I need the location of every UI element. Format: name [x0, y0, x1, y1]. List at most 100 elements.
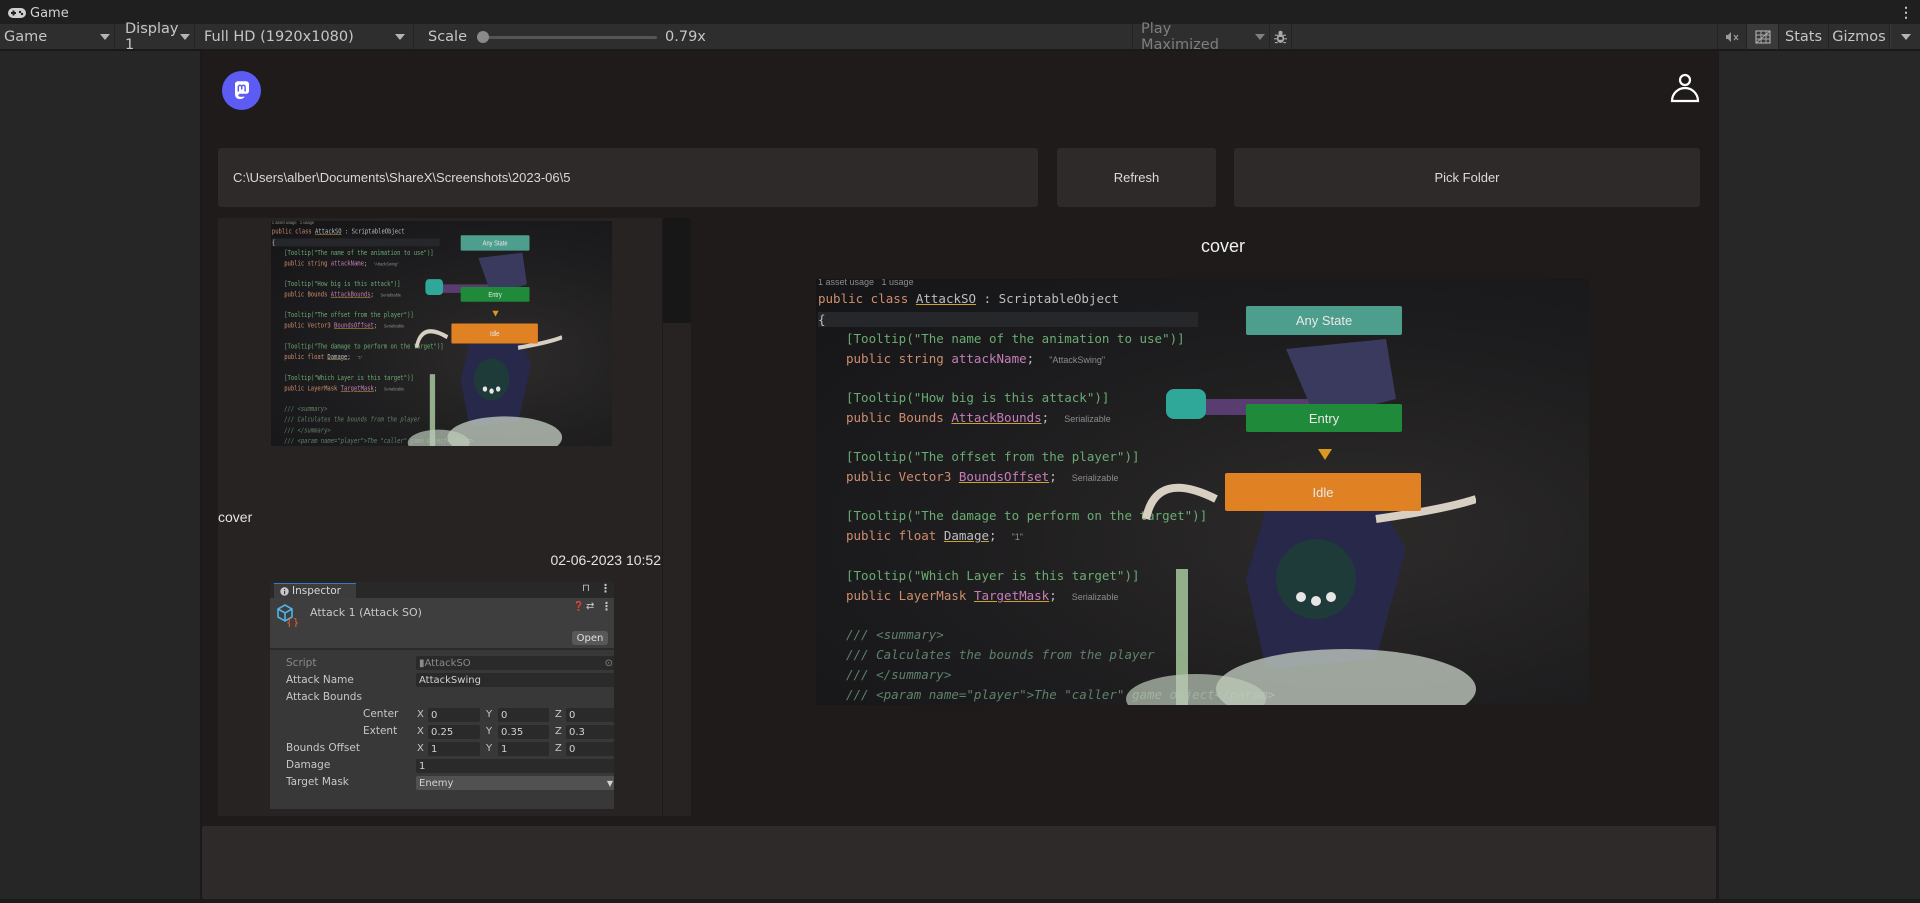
attack-name-field: AttackSwing	[416, 673, 614, 687]
any-state-node: Any State	[1246, 306, 1402, 335]
kebab-menu-icon: ⋮	[600, 582, 611, 595]
game-toolbar: Game Display 1 Full HD (1920x1080) Scale…	[0, 21, 1920, 53]
code-line: public Vector3 BoundsOffset; Serializabl…	[846, 469, 1119, 484]
pick-folder-button[interactable]: Pick Folder	[1234, 148, 1700, 207]
transition-arrow-icon	[1318, 449, 1332, 460]
target-mask-dropdown: Enemy ▼	[416, 776, 614, 790]
resolution-select-value: Full HD (1920x1080)	[204, 28, 354, 45]
folder-path-field[interactable]: C:\Users\alber\Documents\ShareX\Screensh…	[218, 148, 1038, 207]
refresh-label: Refresh	[1113, 170, 1160, 185]
idle-state-node: Idle	[451, 323, 538, 344]
code-line: public Bounds AttackBounds; Serializable	[846, 410, 1111, 425]
code-line: public class AttackSO : ScriptableObject	[271, 227, 405, 236]
scriptable-object-icon: {}	[277, 604, 298, 627]
chevron-down-icon	[395, 33, 405, 40]
bug-button[interactable]	[1270, 24, 1292, 49]
scale-slider-thumb[interactable]	[477, 30, 490, 43]
aspect-grid-button[interactable]	[1747, 24, 1779, 49]
presets-icon: ⇄	[586, 601, 595, 612]
inspector-tabbar: Inspector ⊓ ⋮	[270, 582, 614, 598]
code-comment: /// <summary>	[846, 627, 944, 642]
game-window-tabbar: Game ⋮	[0, 0, 1920, 24]
gizmos-dropdown[interactable]	[1890, 24, 1920, 49]
refresh-button[interactable]: Refresh	[1057, 148, 1216, 207]
list-scrollbar-thumb[interactable]	[663, 218, 691, 323]
view-select-value: Game	[4, 28, 48, 45]
code-line: public Bounds AttackBounds; Serializable	[284, 290, 402, 299]
resolution-select[interactable]: Full HD (1920x1080)	[195, 24, 414, 49]
game-tab[interactable]: Game	[8, 4, 69, 22]
axis-z-label: Z	[555, 743, 562, 754]
scale-value: 0.79x	[665, 28, 706, 45]
screenshot-thumbnail[interactable]: Inspector ⊓ ⋮ {} Attack 1 (Attack SO) ❓ …	[270, 582, 614, 809]
stats-label: Stats	[1784, 28, 1822, 45]
damage-label: Damage	[286, 759, 331, 771]
game-view-letterbox-left	[0, 51, 201, 900]
axis-y-label: Y	[486, 743, 493, 754]
inspector-object-title: Attack 1 (Attack SO)	[310, 606, 422, 619]
mastodon-button[interactable]	[222, 71, 261, 110]
mute-audio-icon	[1726, 31, 1739, 42]
display-select[interactable]: Display 1	[115, 21, 195, 53]
lock-icon: ⊓	[582, 583, 590, 594]
screenshot-date: 02-06-2023 10:52	[550, 552, 661, 568]
display-select-value: Display 1	[125, 20, 179, 53]
code-line: [Tooltip("How big is this attack")]	[846, 390, 1110, 405]
code-line: public Vector3 BoundsOffset; Serializabl…	[284, 321, 405, 330]
scale-slider[interactable]	[477, 30, 658, 44]
code-line: public LayerMask TargetMask; Serializabl…	[284, 384, 405, 393]
center-y-field: 0	[498, 708, 549, 722]
view-select[interactable]: Game	[0, 24, 115, 49]
kebab-menu-icon[interactable]: ⋮	[1899, 3, 1913, 21]
code-line: public class AttackSO : ScriptableObject	[818, 291, 1120, 306]
target-mask-label: Target Mask	[286, 776, 349, 788]
game-tab-label: Game	[30, 5, 69, 21]
game-viewport: C:\Users\alber\Documents\ShareX\Screensh…	[202, 51, 1718, 899]
pick-folder-label: Pick Folder	[1434, 170, 1500, 185]
inspector-tab-label: Inspector	[292, 585, 341, 597]
extent-y-field: 0.35	[498, 725, 549, 739]
chevron-down-icon	[180, 33, 190, 40]
axis-y-label: Y	[486, 726, 493, 737]
code-line: [Tooltip("The offset from the player")]	[284, 310, 414, 319]
screenshot-list[interactable]: 1 asset usage 1 usage public class Attac…	[218, 218, 691, 816]
inspector-screenshot: Inspector ⊓ ⋮ {} Attack 1 (Attack SO) ❓ …	[270, 582, 614, 809]
scale-slider-track	[477, 35, 658, 39]
play-mode-value: Play Maximized	[1141, 20, 1219, 53]
screenshot-thumbnail[interactable]: 1 asset usage 1 usage public class Attac…	[271, 221, 612, 446]
center-z-field: 0	[566, 708, 614, 722]
code-usage-hint: 1 asset usage 1 usage	[818, 279, 914, 287]
code-comment: /// <summary>	[284, 404, 328, 413]
attack-bounds-label: Attack Bounds	[286, 691, 362, 703]
list-scrollbar[interactable]	[662, 218, 691, 816]
stats-button[interactable]: Stats	[1779, 24, 1829, 49]
extent-z-field: 0.3	[566, 725, 614, 739]
code-comment: /// Calculates the bounds from the playe…	[846, 647, 1155, 662]
game-view-letterbox-right	[1718, 51, 1920, 900]
chevron-down-icon	[1255, 33, 1265, 40]
code-comment: /// </summary>	[846, 667, 952, 682]
kebab-menu-icon: ⋮	[601, 600, 612, 613]
user-icon[interactable]	[1667, 71, 1703, 107]
orc-figure-illustration	[1126, 339, 1476, 705]
screenshot-name[interactable]: cover	[218, 509, 252, 525]
bounds-offset-y-field: 1	[498, 742, 549, 756]
entry-state-node: Entry	[460, 287, 530, 302]
scale-control: Scale 0.79x	[414, 24, 714, 49]
script-label: Script	[286, 657, 317, 669]
gizmos-button[interactable]: Gizmos	[1829, 24, 1890, 49]
code-line: [Tooltip("The offset from the player")]	[846, 449, 1140, 464]
help-icon: ❓	[573, 602, 585, 612]
play-mode-select[interactable]: Play Maximized	[1132, 21, 1270, 53]
transition-arrow-icon	[492, 310, 499, 317]
code-line: public string attackName; "AttackSwing"	[846, 351, 1106, 366]
code-screenshot: 1 asset usage 1 usage public class Attac…	[816, 279, 1589, 705]
code-line: {	[818, 312, 1198, 327]
damage-field: 1	[416, 759, 614, 773]
gizmos-label: Gizmos	[1832, 28, 1886, 45]
mute-audio-button[interactable]	[1717, 24, 1747, 49]
center-x-field: 0	[428, 708, 480, 722]
target-mask-value: Enemy	[419, 777, 454, 789]
window-bottom-edge	[0, 899, 1920, 903]
bug-icon	[1274, 30, 1287, 43]
